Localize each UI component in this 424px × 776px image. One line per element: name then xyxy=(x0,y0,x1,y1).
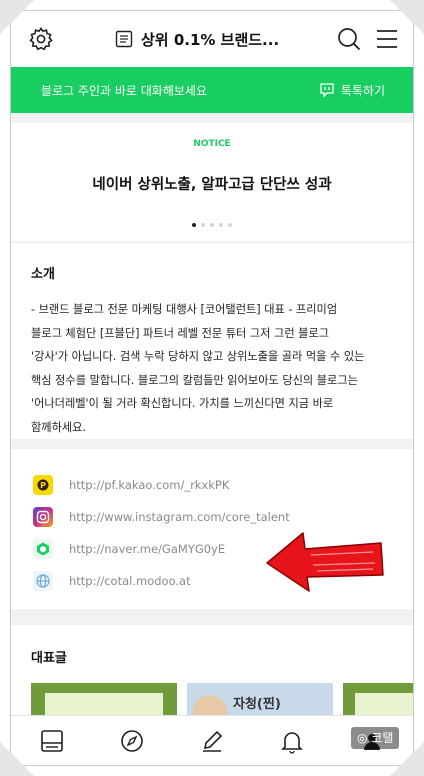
intro-body: - 브랜드 블로그 전문 마케팅 대행사 [코어탤런트] 대표 - 프리미엄 블… xyxy=(31,298,393,439)
link-url: http://www.instagram.com/core_talent xyxy=(69,510,290,524)
corner-fold-icon xyxy=(390,0,424,34)
featured-heading: 대표글 xyxy=(31,651,67,666)
pager-dot[interactable] xyxy=(192,223,196,227)
svg-text:P: P xyxy=(40,481,46,490)
notice-card: NOTICE 네이버 상위노출, 알파고급 단단쓰 성과 xyxy=(11,123,413,241)
app-frame: 상위 0.1% 브랜드... 블로그 주인과 바로 대화해보세요 톡톡하기 NO… xyxy=(10,10,414,766)
blog-title[interactable]: 상위 0.1% 브랜드... xyxy=(115,27,279,51)
bell-icon[interactable] xyxy=(279,728,305,754)
kakao-icon: P xyxy=(33,475,53,495)
chat-icon xyxy=(320,83,334,98)
talk-button-label: 톡톡하기 xyxy=(340,83,385,98)
notice-label: NOTICE xyxy=(193,139,231,149)
list-icon xyxy=(115,30,133,48)
arrow-icon xyxy=(266,532,384,592)
intro-line: '어나더레벨'이 될 거라 확신합니다. 가치를 느끼신다면 지금 바로 xyxy=(31,397,334,410)
links-card: P http://pf.kakao.com/_rkxkPK http://www… xyxy=(11,449,413,609)
talk-banner: 블로그 주인과 바로 대화해보세요 톡톡하기 xyxy=(11,67,413,113)
pager-dot[interactable] xyxy=(219,223,223,227)
link-url: http://cotal.modoo.at xyxy=(69,574,191,588)
link-url: http://naver.me/GaMYG0yE xyxy=(69,542,226,556)
link-url: http://pf.kakao.com/_rkxkPK xyxy=(69,478,230,492)
pager-dot[interactable] xyxy=(228,223,232,227)
pencil-icon[interactable] xyxy=(199,728,225,754)
intro-heading: 소개 xyxy=(31,267,55,282)
globe-icon xyxy=(33,571,53,591)
page-title: 상위 0.1% 브랜드... xyxy=(141,30,280,49)
notice-title[interactable]: 네이버 상위노출, 알파고급 단단쓰 성과 xyxy=(11,173,413,194)
thumbnail-caption: 자청(찐) xyxy=(233,697,281,712)
pager-dot[interactable] xyxy=(201,223,205,227)
pager-dot[interactable] xyxy=(210,223,214,227)
talk-button[interactable]: 톡톡하기 xyxy=(319,82,385,99)
corner-fold-icon xyxy=(0,742,34,776)
intro-line: '강사'가 아닙니다. 검색 누락 당하지 않고 상위노출을 골라 먹을 수 있… xyxy=(31,350,365,363)
intro-line: 블로그 체험단 [프블단] 파트너 레벨 전문 튜터 그저 그런 블로그 xyxy=(31,326,330,340)
naver-icon xyxy=(33,539,53,559)
instagram-icon xyxy=(33,507,53,527)
corner-fold-icon xyxy=(0,0,34,34)
notice-pager xyxy=(11,223,413,227)
compass-icon[interactable] xyxy=(119,728,145,754)
search-icon[interactable] xyxy=(335,25,363,53)
link-kakao[interactable]: P http://pf.kakao.com/_rkxkPK xyxy=(11,469,413,501)
intro-line: - 브랜드 블로그 전문 마케팅 대행사 [코어탤런트] 대표 - 프리미엄 xyxy=(31,303,338,316)
intro-line: 함께하세요. xyxy=(31,420,87,434)
top-header: 상위 0.1% 브랜드... xyxy=(11,11,413,67)
talk-banner-text: 블로그 주인과 바로 대화해보세요 xyxy=(41,83,208,98)
corner-fold-icon xyxy=(390,742,424,776)
intro-card: 소개 - 브랜드 블로그 전문 마케팅 대행사 [코어탤런트] 대표 - 프리미… xyxy=(11,243,413,439)
post-icon[interactable] xyxy=(39,728,65,754)
intro-line: 핵심 정수를 말합니다. 블로그의 칼럼들만 읽어보아도 당신의 블로그는 xyxy=(31,373,358,387)
